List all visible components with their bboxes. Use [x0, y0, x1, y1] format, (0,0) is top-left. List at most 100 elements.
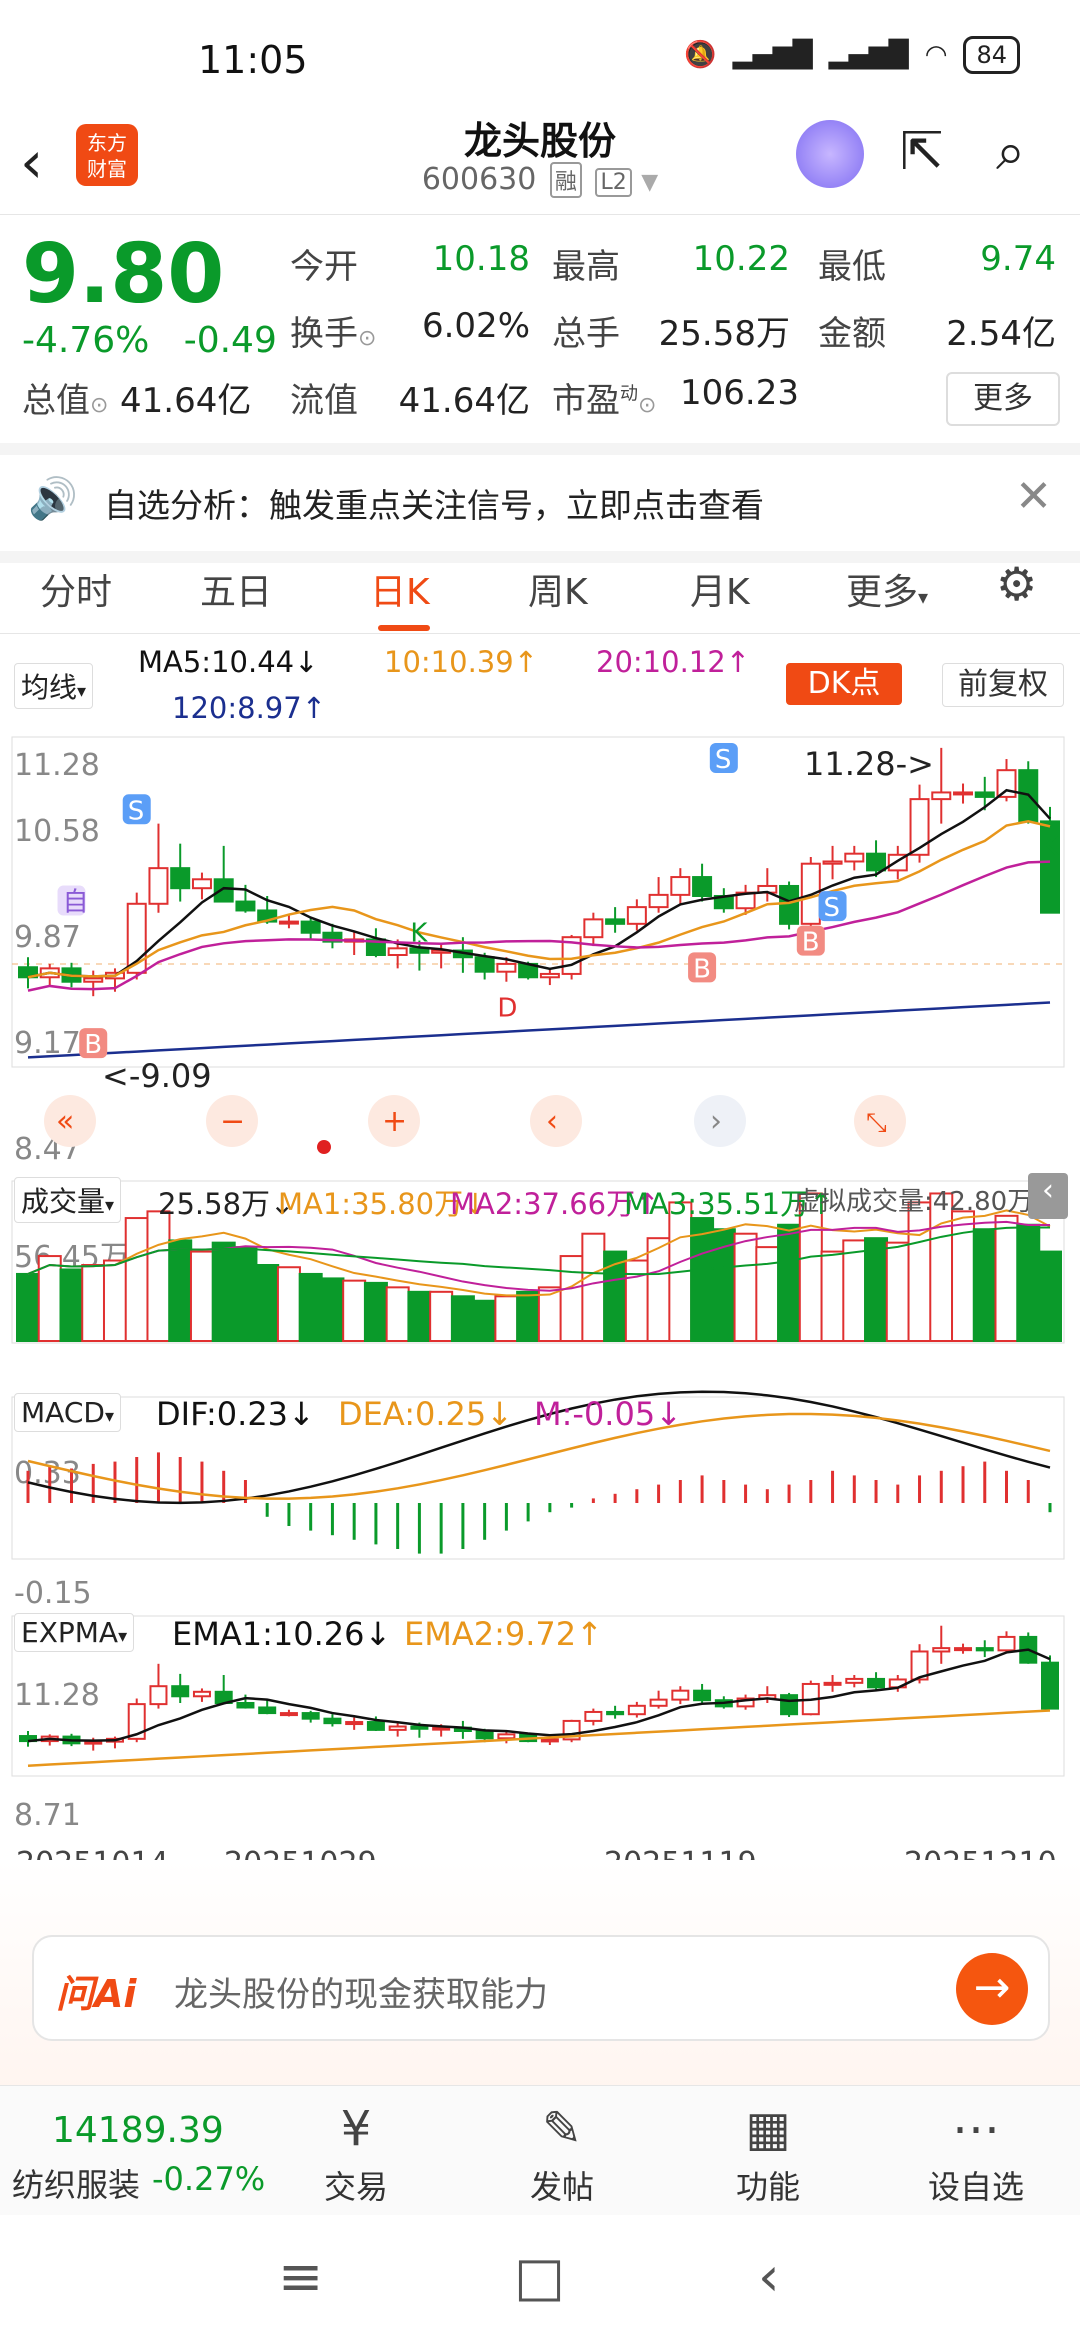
- virtual-volume: 虚拟成交量:42.80万: [794, 1187, 1034, 1217]
- bottom-bar: 14189.39 纺织服装 -0.27% ¥ 交易 ✎ 发帖 ▦ 功能 ⋯ 设自…: [0, 2085, 1080, 2216]
- volume-value: 25.58万↓: [158, 1187, 295, 1221]
- candle-body: [931, 791, 952, 801]
- expma-bottom-label: 8.71: [14, 1798, 81, 1833]
- expma-candle-body: [171, 1685, 190, 1698]
- candle-body: [996, 769, 1017, 798]
- signal-marker: K: [410, 919, 428, 949]
- volume-bar: [1038, 1250, 1062, 1343]
- volume-bar: [624, 1259, 649, 1343]
- low-marker: <-9.09: [102, 1057, 212, 1095]
- volume-bar: [777, 1223, 802, 1342]
- collapse-panel-icon[interactable]: ‹: [1028, 1173, 1068, 1219]
- volume-selector[interactable]: 成交量▾: [14, 1177, 122, 1223]
- macd-bottom-label: -0.15: [14, 1576, 92, 1611]
- mktcap-value: 41.64亿: [120, 381, 252, 421]
- open-value: 10.18: [432, 239, 530, 279]
- gear-icon[interactable]: ⚙: [996, 557, 1037, 611]
- expma-candle-body: [649, 1698, 668, 1707]
- index-change: -0.27%: [152, 2160, 266, 2198]
- share-icon[interactable]: ⇱: [900, 122, 944, 182]
- signal-marker: D: [497, 993, 517, 1023]
- float-label: 流值: [290, 381, 358, 421]
- tab-weekly-k[interactable]: 周K: [528, 563, 588, 615]
- add-favorite-label: 设自选: [927, 2168, 1024, 2206]
- volume-bar: [842, 1239, 867, 1342]
- change-pct: -4.76%: [22, 320, 150, 361]
- expma-candle-body: [366, 1721, 385, 1731]
- arrow-right-icon[interactable]: →: [956, 1953, 1028, 2025]
- y-label-1: 11.28: [14, 748, 100, 783]
- function-button[interactable]: ▦ 功能: [708, 2096, 828, 2208]
- stock-code: 600630: [421, 162, 537, 197]
- ai-prompt[interactable]: 龙头股份的现金获取能力: [174, 1967, 548, 2016]
- signal-marker: S: [824, 893, 841, 923]
- alert-banner[interactable]: 🔊 自选分析：触发重点关注信号，立即点击查看 ✕: [0, 443, 1080, 563]
- search-icon[interactable]: ⌕: [996, 122, 1025, 183]
- speaker-icon: 🔊: [28, 476, 78, 522]
- home-icon[interactable]: □: [514, 2245, 565, 2308]
- volume-bar: [864, 1237, 889, 1342]
- expma-candle-body: [954, 1647, 973, 1652]
- chart-area[interactable]: 均线▾ MA5:10.44↓ 10:10.39↑ 20:10.12↑ 120:8…: [0, 633, 1080, 1863]
- volume-bar: [276, 1266, 301, 1342]
- signal-marker: S: [715, 745, 732, 775]
- volume-bar: [320, 1277, 345, 1342]
- add-favorite-button[interactable]: ⋯ 设自选: [916, 2096, 1036, 2208]
- signal-icon: ▂▄▆█: [732, 40, 813, 70]
- chevron-right-icon: ›: [710, 1104, 722, 1139]
- signal-marker: 自: [62, 888, 88, 918]
- expma-candle-body: [867, 1677, 886, 1689]
- candle-body: [779, 884, 800, 925]
- tab-daily-k[interactable]: 日K: [370, 563, 430, 615]
- volume-bar: [81, 1264, 106, 1342]
- volume-bar: [298, 1272, 323, 1342]
- expma-candle-body: [323, 1717, 342, 1725]
- tab-monthly-k[interactable]: 月K: [690, 563, 750, 615]
- more-button[interactable]: 更多: [946, 372, 1060, 426]
- expand-icon: ⤡: [866, 1108, 887, 1138]
- status-icons: 🔕 ▂▄▆█ ▂▄▆█ ◠ 84: [684, 36, 1020, 74]
- mktcap-label: 总值⊙: [22, 381, 109, 421]
- back-nav-icon[interactable]: ‹: [758, 2245, 780, 2308]
- y-label-2: 10.58: [14, 814, 100, 849]
- index-name[interactable]: 纺织服装: [12, 2160, 140, 2206]
- volume-bar: [820, 1250, 845, 1343]
- menu-icon[interactable]: ≡: [278, 2245, 323, 2308]
- tab-intraday[interactable]: 分时: [40, 563, 112, 615]
- chevron-down-icon[interactable]: ▼: [641, 170, 658, 195]
- expma-selector[interactable]: EXPMA▾: [14, 1613, 135, 1652]
- signal-marker: B: [693, 954, 711, 984]
- turnover-label: 换手⊙: [290, 314, 377, 354]
- candle-body: [387, 947, 408, 956]
- index-value[interactable]: 14189.39: [52, 2110, 224, 2151]
- banner-text[interactable]: 自选分析：触发重点关注信号，立即点击查看: [104, 479, 764, 527]
- amount-label: 金额: [818, 314, 886, 354]
- expma-candle-body: [671, 1689, 690, 1701]
- macd-selector[interactable]: MACD▾: [14, 1393, 121, 1432]
- candle-body: [278, 920, 299, 925]
- volume-bar: [59, 1268, 84, 1342]
- expma-candle-body: [997, 1635, 1016, 1652]
- event-dot[interactable]: [317, 1140, 331, 1154]
- candle-body: [844, 852, 865, 863]
- post-button[interactable]: ✎ 发帖: [502, 2096, 622, 2208]
- expma-candle-body: [627, 1704, 646, 1716]
- volume-bar: [472, 1299, 497, 1343]
- status-time: 11:05: [198, 38, 308, 82]
- ai-robot-icon[interactable]: [796, 120, 864, 188]
- expma-candle-body: [932, 1647, 951, 1653]
- tab-five-day[interactable]: 五日: [200, 563, 272, 615]
- rewind-icon: «: [56, 1104, 74, 1139]
- current-price: 9.80: [22, 227, 225, 322]
- close-icon[interactable]: ✕: [1015, 471, 1052, 522]
- trade-button[interactable]: ¥ 交易: [296, 2096, 416, 2208]
- expma-candle-body: [845, 1677, 864, 1684]
- ai-question-bar[interactable]: 问Ai 龙头股份的现金获取能力 →: [32, 1935, 1050, 2041]
- volume-bar: [972, 1228, 997, 1342]
- tab-more[interactable]: 更多▾: [846, 563, 928, 615]
- y-label-3: 9.87: [14, 920, 81, 955]
- volume-bar: [494, 1295, 519, 1343]
- candle-body: [953, 791, 974, 796]
- kline-chart-svg[interactable]: 11.28 10.58 9.87 9.17 8.47 11.28-> <-9.0…: [0, 633, 1080, 1863]
- expma-candle-body: [584, 1710, 603, 1722]
